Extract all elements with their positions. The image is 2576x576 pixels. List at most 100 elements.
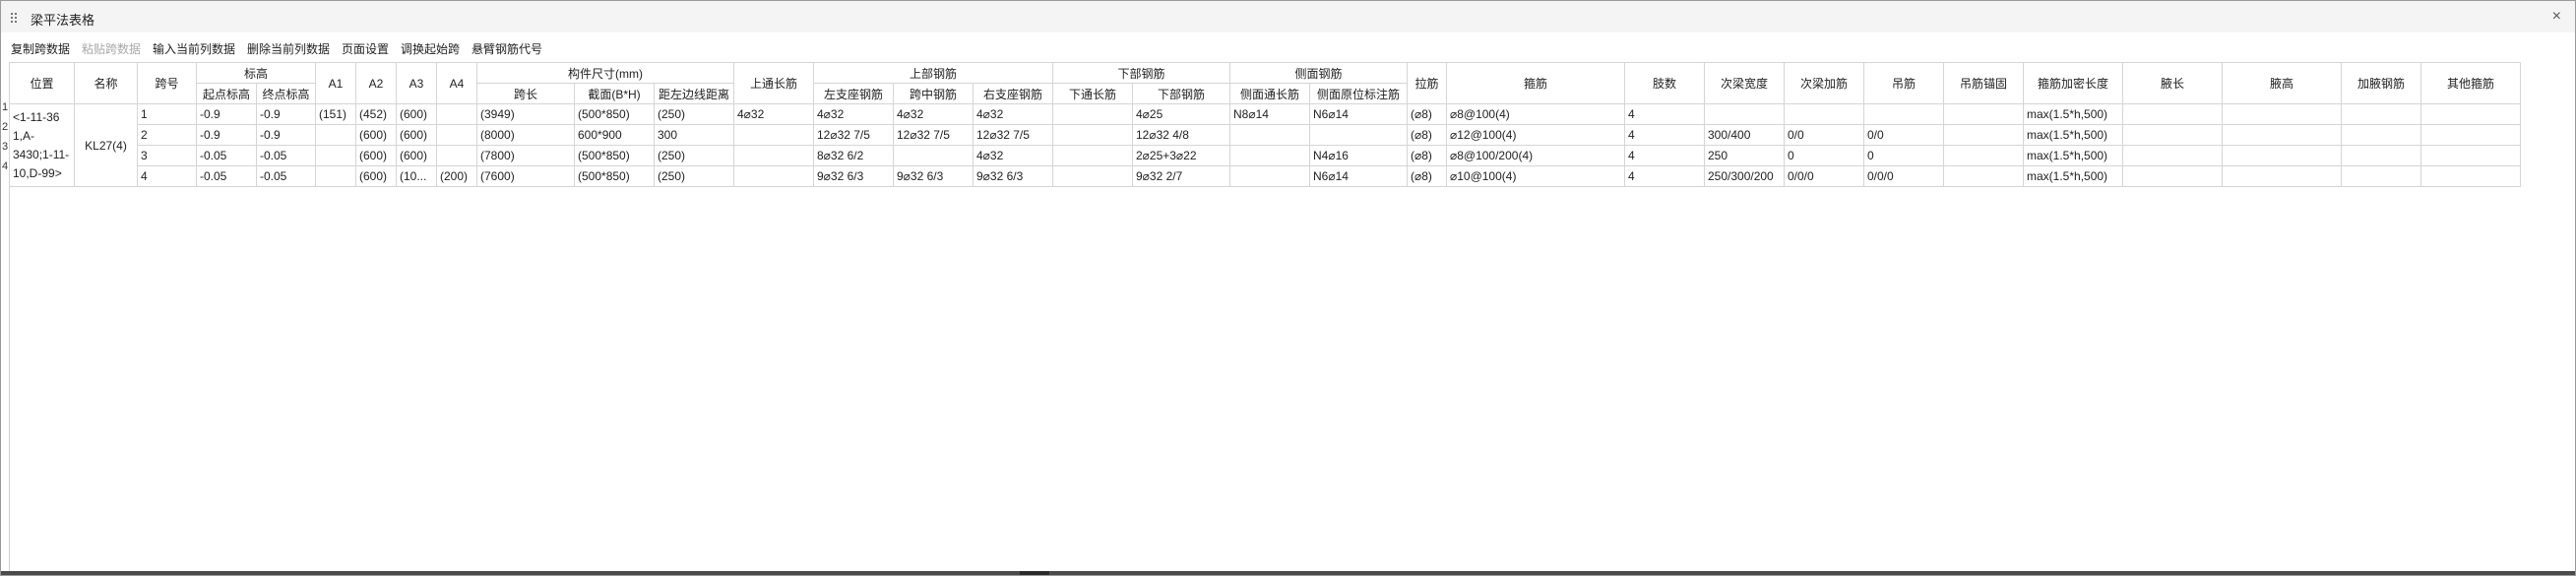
cell-hanger[interactable]: 0/0 xyxy=(1863,124,1944,146)
cell-haunch-bar[interactable] xyxy=(2341,145,2421,166)
cell-position[interactable]: <1-11-36 1,A-3430;1-11-10,D-99> xyxy=(9,103,75,187)
cell-a2[interactable]: (600) xyxy=(355,145,397,166)
close-icon[interactable]: × xyxy=(2552,8,2561,26)
cell-elev-start[interactable]: -0.9 xyxy=(196,103,257,125)
cell-span-len[interactable]: (8000) xyxy=(476,124,575,146)
delete-column-data-button[interactable]: 删除当前列数据 xyxy=(247,40,330,57)
cell-left-support[interactable]: 9⌀32 6/3 xyxy=(813,165,894,187)
cell-a1[interactable] xyxy=(315,165,356,187)
cell-span-len[interactable]: (3949) xyxy=(476,103,575,125)
cell-a3[interactable]: (600) xyxy=(396,103,437,125)
scrollbar-thumb[interactable] xyxy=(1020,571,1049,575)
header-section[interactable]: 截面(B*H) xyxy=(574,83,655,104)
cell-tie[interactable]: (⌀8) xyxy=(1407,165,1447,187)
header-side-through[interactable]: 侧面通长筋 xyxy=(1229,83,1310,104)
cell-section[interactable]: (500*850) xyxy=(574,103,655,125)
cell-stirrup-dense[interactable]: max(1.5*h,500) xyxy=(2023,124,2123,146)
cell-hanger-anchor[interactable] xyxy=(1943,145,2024,166)
header-hanger[interactable]: 吊筋 xyxy=(1863,62,1944,104)
cell-bot-through[interactable] xyxy=(1052,124,1133,146)
cell-a2[interactable]: (600) xyxy=(355,165,397,187)
cell-legs[interactable]: 4 xyxy=(1624,145,1705,166)
cell-name[interactable]: KL27(4) xyxy=(74,103,138,187)
header-other[interactable]: 其他箍筋 xyxy=(2420,62,2521,104)
header-haunch-bar[interactable]: 加腋钢筋 xyxy=(2341,62,2421,104)
cell-haunch-h[interactable] xyxy=(2222,165,2342,187)
row-number[interactable]: 4 xyxy=(1,160,9,172)
cell-a2[interactable]: (452) xyxy=(355,103,397,125)
cell-a4[interactable] xyxy=(436,103,477,125)
header-bot-through[interactable]: 下通长筋 xyxy=(1052,83,1133,104)
cell-a4[interactable] xyxy=(436,124,477,146)
cell-side-orig[interactable]: N4⌀16 xyxy=(1309,145,1408,166)
cell-elev-end[interactable]: -0.05 xyxy=(256,145,316,166)
cell-haunch-h[interactable] xyxy=(2222,145,2342,166)
cell-haunch-len[interactable] xyxy=(2122,165,2223,187)
row-number[interactable]: 3 xyxy=(1,141,9,153)
cell-span-len[interactable]: (7800) xyxy=(476,145,575,166)
cell-elev-end[interactable]: -0.9 xyxy=(256,103,316,125)
cell-sub-width[interactable] xyxy=(1704,103,1785,125)
title-bar[interactable]: 梁平法表格 × xyxy=(1,1,2575,32)
header-a4[interactable]: A4 xyxy=(436,62,477,104)
row-number[interactable]: 1 xyxy=(1,101,9,113)
cell-side-through[interactable] xyxy=(1229,124,1310,146)
cell-other[interactable] xyxy=(2420,165,2521,187)
cell-elev-end[interactable]: -0.9 xyxy=(256,124,316,146)
cell-edge-dist[interactable]: (250) xyxy=(654,145,734,166)
input-column-data-button[interactable]: 输入当前列数据 xyxy=(153,40,235,57)
cell-mid-span[interactable]: 9⌀32 6/3 xyxy=(893,165,974,187)
cell-side-through[interactable]: N8⌀14 xyxy=(1229,103,1310,125)
cell-span[interactable]: 1 xyxy=(137,103,197,125)
cell-sub-add[interactable] xyxy=(1784,103,1864,125)
cell-right-support[interactable]: 9⌀32 6/3 xyxy=(973,165,1053,187)
cell-stirrup[interactable]: ⌀12@100(4) xyxy=(1446,124,1625,146)
cell-bot-through[interactable] xyxy=(1052,165,1133,187)
cell-section[interactable]: (500*850) xyxy=(574,165,655,187)
cell-left-support[interactable]: 12⌀32 7/5 xyxy=(813,124,894,146)
header-hanger-anchor[interactable]: 吊筋锚固 xyxy=(1943,62,2024,104)
header-haunch-len[interactable]: 腋长 xyxy=(2122,62,2223,104)
cell-tie[interactable]: (⌀8) xyxy=(1407,103,1447,125)
cell-hanger[interactable]: 0/0/0 xyxy=(1863,165,1944,187)
header-position[interactable]: 位置 xyxy=(9,62,75,104)
cell-span-len[interactable]: (7600) xyxy=(476,165,575,187)
header-elev-start[interactable]: 起点标高 xyxy=(196,83,257,104)
cell-haunch-len[interactable] xyxy=(2122,124,2223,146)
cell-bot-bar[interactable]: 12⌀32 4/8 xyxy=(1132,124,1230,146)
cell-haunch-h[interactable] xyxy=(2222,103,2342,125)
cell-bot-bar[interactable]: 9⌀32 2/7 xyxy=(1132,165,1230,187)
cell-elev-end[interactable]: -0.05 xyxy=(256,165,316,187)
cell-mid-span[interactable]: 4⌀32 xyxy=(893,103,974,125)
cell-hanger[interactable] xyxy=(1863,103,1944,125)
cell-edge-dist[interactable]: (250) xyxy=(654,165,734,187)
cell-other[interactable] xyxy=(2420,145,2521,166)
cell-a4[interactable] xyxy=(436,145,477,166)
cell-a2[interactable]: (600) xyxy=(355,124,397,146)
horizontal-scrollbar[interactable] xyxy=(1,571,2575,575)
cell-sub-add[interactable]: 0/0 xyxy=(1784,124,1864,146)
cell-side-through[interactable] xyxy=(1229,145,1310,166)
cell-span[interactable]: 3 xyxy=(137,145,197,166)
header-elev-end[interactable]: 终点标高 xyxy=(256,83,316,104)
cell-a1[interactable] xyxy=(315,124,356,146)
cell-elev-start[interactable]: -0.05 xyxy=(196,145,257,166)
cell-hanger[interactable]: 0 xyxy=(1863,145,1944,166)
header-span[interactable]: 跨号 xyxy=(137,62,197,104)
cell-bot-through[interactable] xyxy=(1052,103,1133,125)
table-row[interactable]: 4 -0.05 -0.05 (600) (10... (200) (7600) … xyxy=(10,165,2521,187)
cell-stirrup[interactable]: ⌀8@100/200(4) xyxy=(1446,145,1625,166)
header-span-len[interactable]: 跨长 xyxy=(476,83,575,104)
cell-stirrup[interactable]: ⌀10@100(4) xyxy=(1446,165,1625,187)
cell-span[interactable]: 4 xyxy=(137,165,197,187)
cell-legs[interactable]: 4 xyxy=(1624,165,1705,187)
cell-stirrup-dense[interactable]: max(1.5*h,500) xyxy=(2023,165,2123,187)
header-sub-add[interactable]: 次梁加筋 xyxy=(1784,62,1864,104)
cell-top-through[interactable] xyxy=(733,124,814,146)
cell-haunch-bar[interactable] xyxy=(2341,124,2421,146)
cell-right-support[interactable]: 4⌀32 xyxy=(973,103,1053,125)
row-number[interactable]: 2 xyxy=(1,121,9,133)
cell-tie[interactable]: (⌀8) xyxy=(1407,124,1447,146)
header-name[interactable]: 名称 xyxy=(74,62,138,104)
cell-legs[interactable]: 4 xyxy=(1624,124,1705,146)
